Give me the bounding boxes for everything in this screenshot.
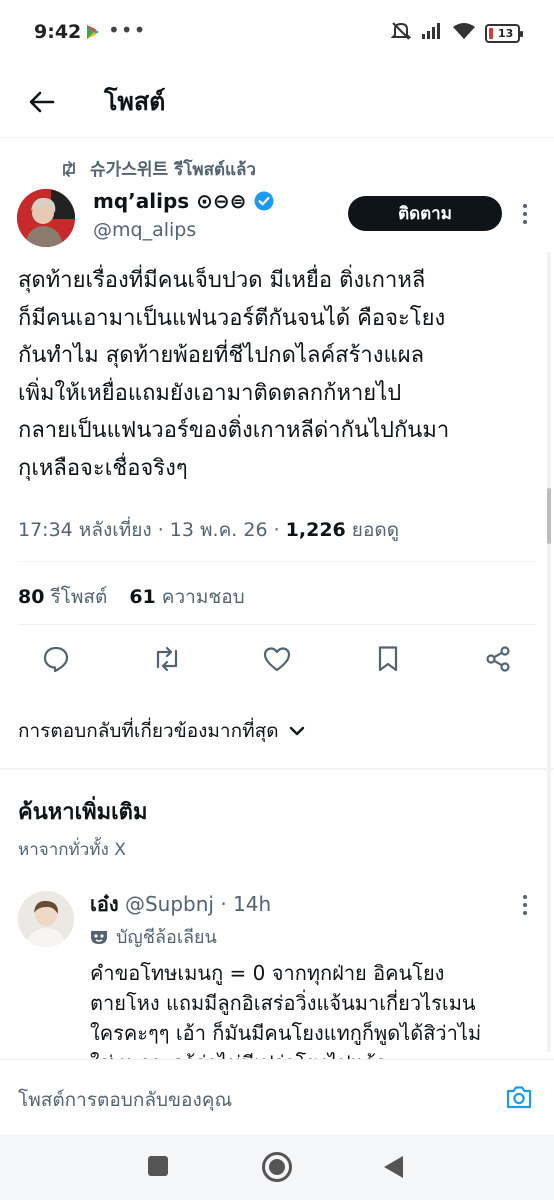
parody-label-row: บัญชีล้อเลียน	[90, 922, 217, 951]
nav-back-button[interactable]	[384, 1156, 403, 1178]
tweet-stats: 80 รีโพสต์ 61 ความชอบ	[18, 582, 245, 612]
tweet-timestamp[interactable]: 17:34 หลังเที่ยง · 13 พ.ค. 26 ·	[18, 519, 286, 541]
divider	[18, 624, 536, 625]
reply-avatar[interactable]	[18, 891, 74, 947]
share-icon[interactable]	[481, 642, 515, 676]
header: โพสต์	[0, 66, 554, 138]
camera-icon[interactable]	[502, 1080, 536, 1114]
reply-icon[interactable]	[39, 642, 73, 676]
author-name-row[interactable]: mq’alips ⊙⊖⊜	[93, 189, 274, 213]
system-nav-bar	[0, 1135, 554, 1200]
reply-text-line: คำขอโทษเมนกู = 0 จากทุกฝ่าย อิคนโยง	[90, 961, 445, 985]
reply-more-options-icon[interactable]	[518, 892, 532, 918]
tweet-text-line: กลายเป็นแฟนวอร์ของติ่งเกาหลีด่ากันไปกันม…	[18, 418, 450, 443]
home-button[interactable]	[262, 1152, 292, 1182]
repost-label: 슈가스위트 รีโพสต์แล้ว	[90, 160, 256, 180]
reposts-label: รีโพสต์	[50, 586, 108, 608]
reposts-count: 80	[18, 586, 45, 608]
page-title: โพสต์	[104, 87, 166, 116]
verified-badge-icon	[254, 191, 274, 211]
tweet-text-line: เพิ่มให้เหยื่อแถมยังเอามาติดตลกก้หายไป	[18, 380, 402, 406]
like-icon[interactable]	[260, 642, 294, 676]
reply-composer: โพสต์การตอบกลับของคุณ	[0, 1059, 554, 1135]
mute-icon	[390, 20, 412, 46]
status-bar: 9:42 ••• 13	[0, 0, 554, 66]
parody-mask-icon	[91, 930, 107, 944]
reply-text-line: ตายโหง แถมมีลูกอิเสร่อวิ่งแจ้นมาเกี่ยวไร…	[90, 991, 476, 1015]
reply-text-line: ใครคะๆๆ เอ้า ก็มันมีคนโยงแทกูก็พูดได้สิว…	[90, 1021, 482, 1045]
section-divider	[0, 768, 554, 770]
arrow-left-icon	[29, 91, 55, 113]
reply-input[interactable]: โพสต์การตอบกลับของคุณ	[18, 1085, 232, 1115]
discover-subtitle: หาจากทั่วทั้ง X	[18, 840, 126, 860]
more-options-icon[interactable]	[518, 200, 532, 228]
status-more-dots: •••	[108, 18, 147, 42]
wifi-icon	[452, 22, 476, 44]
likes-label: ความชอบ	[161, 586, 245, 608]
tweet-text-line: ก็มีคนเอามาเป็นแฟนวอร์ตีกันจนได้ คือจะโย…	[18, 305, 446, 331]
sort-label: การตอบกลับที่เกี่ยวข้องมากที่สุด	[18, 720, 279, 742]
reply-header[interactable]: เอ๋ง @Supbnj · 14h	[90, 888, 271, 920]
author-handle[interactable]: @mq_alips	[93, 219, 196, 241]
tweet-text: สุดท้ายเรื่องที่มีคนเจ็บปวด มีเหยื่อ ติ่…	[18, 262, 538, 487]
tweet-text-line: กันทำไม สุดท้ายพ้อยที่ชีไปกดไลค์สร้างแผล	[18, 343, 425, 368]
repost-small-icon	[63, 161, 75, 177]
play-store-icon	[86, 24, 100, 44]
divider	[18, 561, 536, 562]
repost-indicator: 슈가스위트 รีโพสต์แล้ว	[60, 155, 256, 183]
reply-text: คำขอโทษเมนกู = 0 จากทุกฝ่าย อิคนโยง ตายโ…	[90, 958, 535, 1060]
likes-count: 61	[129, 586, 156, 608]
scrollbar-thumb[interactable]	[547, 488, 551, 544]
reply-handle-time: @Supbnj · 14h	[118, 892, 272, 916]
tweet-text-line: สุดท้ายเรื่องที่มีคนเจ็บปวด มีเหยื่อ ติ่…	[18, 268, 426, 293]
scrollbar-track	[547, 252, 551, 1052]
status-icons: 13	[390, 20, 523, 46]
bookmark-icon[interactable]	[371, 642, 405, 676]
back-button[interactable]	[22, 82, 62, 122]
tweet-meta: 17:34 หลังเที่ยง · 13 พ.ค. 26 · 1,226 ยอ…	[18, 515, 399, 545]
author-name[interactable]: mq’alips ⊙⊖⊜	[93, 189, 246, 213]
author-avatar[interactable]	[17, 189, 75, 247]
views-count: 1,226	[285, 519, 346, 541]
status-time: 9:42	[34, 21, 82, 43]
views-label: ยอดดู	[345, 519, 400, 541]
battery-icon: 13	[485, 23, 523, 43]
signal-icon	[421, 22, 443, 44]
discover-title: ค้นหาเพิ่มเติม	[18, 800, 148, 825]
tweet-text-line: กุเหลือจะเชื่อจริงๆ	[18, 455, 188, 481]
repost-icon[interactable]	[150, 642, 184, 676]
parody-label: บัญชีล้อเลียน	[116, 927, 217, 948]
follow-button[interactable]: ติดตาม	[348, 196, 502, 231]
battery-level: 13	[498, 26, 514, 40]
action-bar	[0, 640, 554, 680]
chevron-down-icon	[289, 726, 304, 736]
reposts-stat[interactable]: 80 รีโพสต์	[18, 582, 107, 612]
reply-sort-dropdown[interactable]: การตอบกลับที่เกี่ยวข้องมากที่สุด	[18, 716, 305, 746]
reply-author-name[interactable]: เอ๋ง	[90, 892, 119, 916]
recents-button[interactable]	[148, 1156, 168, 1176]
likes-stat[interactable]: 61 ความชอบ	[129, 582, 244, 612]
